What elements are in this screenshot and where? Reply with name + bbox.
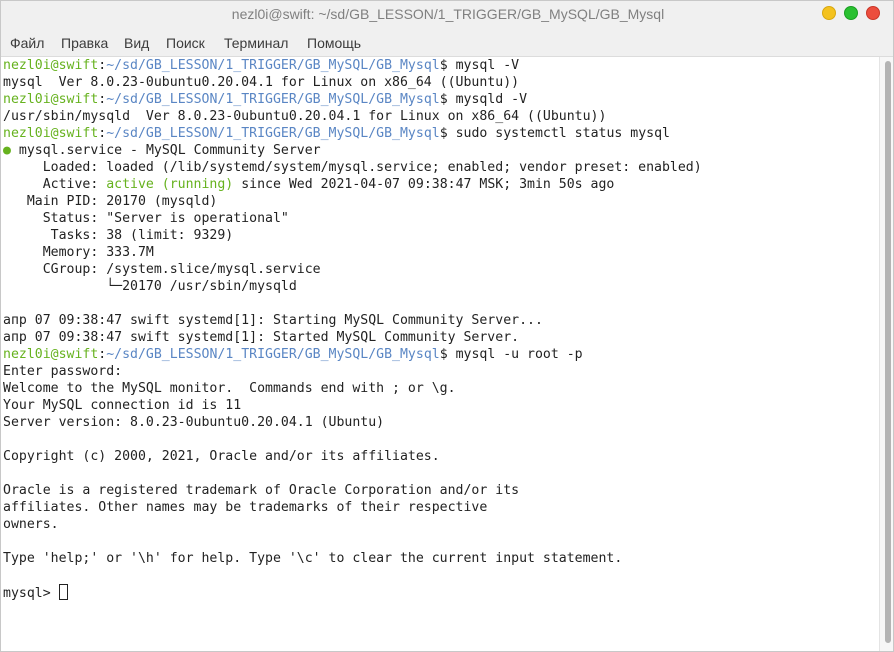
prompt-user-host: nezl0i@swift xyxy=(3,126,99,141)
vertical-scrollbar[interactable] xyxy=(879,57,893,651)
menu-view[interactable]: Вид xyxy=(124,35,149,51)
menu-bar: Файл Правка Вид Поиск Терминал Помощь xyxy=(1,29,893,57)
terminal-line: Tasks: 38 (limit: 9329) xyxy=(3,228,234,243)
terminal-line: Main PID: 20170 (mysqld) xyxy=(3,194,218,209)
terminal-output[interactable]: nezl0i@swift:~/sd/GB_LESSON/1_TRIGGER/GB… xyxy=(1,57,879,651)
prompt-path: ~/sd/GB_LESSON/1_TRIGGER/GB_MySQL/GB_Mys… xyxy=(106,58,440,73)
minimize-button[interactable] xyxy=(822,6,836,20)
prompt-user-host: nezl0i@swift xyxy=(3,92,99,107)
service-name: mysql.service - MySQL Community Server xyxy=(18,143,321,158)
close-button[interactable] xyxy=(866,6,880,20)
maximize-button[interactable] xyxy=(844,6,858,20)
terminal-line: Active: active (running) since Wed 2021-… xyxy=(3,176,615,193)
terminal-line: mysql Ver 8.0.23-0ubuntu0.20.04.1 for Li… xyxy=(3,75,520,90)
status-dot: ● xyxy=(3,143,11,158)
terminal-line: Oracle is a registered trademark of Orac… xyxy=(3,483,520,498)
terminal-line: Loaded: loaded (/lib/systemd/system/mysq… xyxy=(3,160,702,175)
prompt-user-host: nezl0i@swift xyxy=(3,58,99,73)
scrollbar-thumb[interactable] xyxy=(885,61,891,643)
active-label: Active: xyxy=(3,177,107,192)
window-title: nezl0i@swift: ~/sd/GB_LESSON/1_TRIGGER/G… xyxy=(231,6,665,22)
menu-help[interactable]: Помощь xyxy=(307,35,361,51)
terminal-line: CGroup: /system.slice/mysql.service xyxy=(3,262,321,277)
menu-edit[interactable]: Правка xyxy=(61,35,108,51)
active-since: since Wed 2021-04-07 09:38:47 MSK; 3min … xyxy=(233,177,615,192)
terminal-line: Copyright (c) 2000, 2021, Oracle and/or … xyxy=(3,449,440,464)
terminal-line: /usr/sbin/mysqld Ver 8.0.23-0ubuntu0.20.… xyxy=(3,109,607,124)
terminal-line: ● mysql.service - MySQL Community Server xyxy=(3,142,321,159)
command-text: mysql -V xyxy=(455,58,520,73)
command-text: mysqld -V xyxy=(455,92,528,107)
prompt-path: ~/sd/GB_LESSON/1_TRIGGER/GB_MySQL/GB_Mys… xyxy=(106,92,440,107)
terminal-line: Status: "Server is operational" xyxy=(3,211,289,226)
terminal-line: nezl0i@swift:~/sd/GB_LESSON/1_TRIGGER/GB… xyxy=(3,347,583,362)
terminal-line: Server version: 8.0.23-0ubuntu0.20.04.1 … xyxy=(3,415,385,430)
text-cursor[interactable] xyxy=(58,584,68,600)
mysql-prompt: mysql> xyxy=(3,586,59,601)
terminal-line: Memory: 333.7M xyxy=(3,245,154,260)
prompt-user-host: nezl0i@swift xyxy=(3,347,99,362)
terminal-line: Type 'help;' or '\h' for help. Type '\c'… xyxy=(3,551,623,566)
prompt-path: ~/sd/GB_LESSON/1_TRIGGER/GB_MySQL/GB_Mys… xyxy=(106,347,440,362)
terminal-line: nezl0i@swift:~/sd/GB_LESSON/1_TRIGGER/GB… xyxy=(3,126,670,141)
command-text: sudo systemctl status mysql xyxy=(455,126,670,141)
terminal-window: nezl0i@swift: ~/sd/GB_LESSON/1_TRIGGER/G… xyxy=(0,0,894,652)
terminal-line[interactable]: mysql> xyxy=(3,584,68,601)
terminal-line: апр 07 09:38:47 swift systemd[1]: Starti… xyxy=(3,313,543,328)
terminal-line: affiliates. Other names may be trademark… xyxy=(3,500,488,515)
terminal-line: owners. xyxy=(3,517,59,532)
terminal-line: nezl0i@swift:~/sd/GB_LESSON/1_TRIGGER/GB… xyxy=(3,58,520,73)
terminal-line: Your MySQL connection id is 11 xyxy=(3,398,242,413)
active-status: active (running) xyxy=(106,177,234,192)
menu-terminal[interactable]: Терминал xyxy=(224,35,288,51)
prompt-path: ~/sd/GB_LESSON/1_TRIGGER/GB_MySQL/GB_Mys… xyxy=(106,126,440,141)
terminal-line: └─20170 /usr/sbin/mysqld xyxy=(3,279,297,294)
title-bar[interactable]: nezl0i@swift: ~/sd/GB_LESSON/1_TRIGGER/G… xyxy=(1,1,893,29)
terminal-line: nezl0i@swift:~/sd/GB_LESSON/1_TRIGGER/GB… xyxy=(3,92,528,107)
menu-file[interactable]: Файл xyxy=(10,35,44,51)
menu-search[interactable]: Поиск xyxy=(166,35,205,51)
terminal-line: Welcome to the MySQL monitor. Commands e… xyxy=(3,381,456,396)
terminal-line: Enter password: xyxy=(3,364,123,379)
terminal-line: апр 07 09:38:47 swift systemd[1]: Starte… xyxy=(3,330,520,345)
command-text: mysql -u root -p xyxy=(455,347,583,362)
